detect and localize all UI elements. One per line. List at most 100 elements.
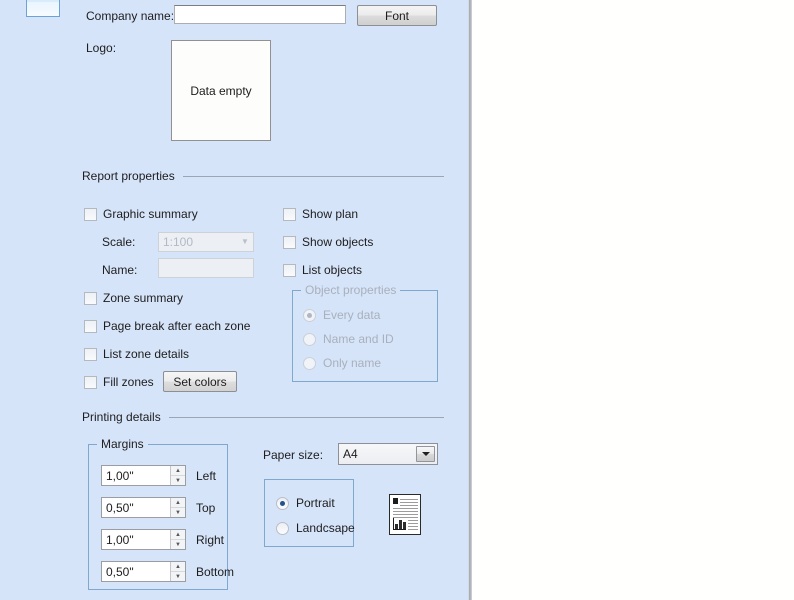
logo-empty-text: Data empty [190,83,252,98]
margin-right-spin-buttons[interactable]: ▲ ▼ [170,530,185,549]
object-properties-group: Object properties Every data Name and ID… [292,283,438,382]
page-break-after-each-zone-checkbox[interactable] [84,319,97,333]
list-zone-details-label: List zone details [103,347,190,361]
printing-details-section-title: Printing details [82,410,161,424]
spin-down-icon[interactable]: ▼ [171,508,185,517]
company-name-label: Company name: [86,9,175,23]
report-name-label: Name: [102,263,138,277]
radio-only-name-label: Only name [323,356,382,370]
spin-up-icon[interactable]: ▲ [171,530,185,540]
list-objects-checkbox[interactable] [283,263,296,277]
chevron-down-icon: ▼ [241,237,249,246]
scale-combobox-value: 1:100 [163,235,194,249]
spin-down-icon[interactable]: ▼ [171,572,185,581]
page-preview-line [400,502,418,503]
fill-zones-checkbox-row[interactable]: Fill zones [84,375,154,389]
page-preview-bar-chart-icon [393,518,406,530]
list-zone-details-checkbox-row[interactable]: List zone details [84,347,189,361]
set-colors-button[interactable]: Set colors [163,371,237,392]
margins-group-title: Margins [97,437,148,451]
scale-label: Scale: [102,235,136,249]
graphic-summary-checkbox-row[interactable]: Graphic summary [84,207,198,221]
margin-bottom-caption: Bottom [196,564,235,579]
show-objects-checkbox[interactable] [283,235,296,249]
margin-right-row: 1,00" ▲ ▼ Right [101,529,224,550]
margin-left-value: 1,00" [106,469,134,483]
report-preview-pane [472,0,794,600]
orientation-group: Portrait Landcsape [264,479,355,547]
margin-bottom-stepper[interactable]: 0,50" ▲ ▼ [101,561,186,582]
spin-up-icon[interactable]: ▲ [171,498,185,508]
spin-up-icon[interactable]: ▲ [171,562,185,572]
fill-zones-checkbox[interactable] [84,375,97,389]
margin-right-value: 1,00" [106,533,134,547]
show-plan-checkbox[interactable] [283,207,296,221]
object-properties-option-only-name: Only name [303,356,381,370]
chevron-down-icon[interactable] [416,446,435,462]
radio-every-data-label: Every data [323,308,381,322]
margin-top-value: 0,50" [106,501,134,515]
report-window-icon [26,0,60,17]
margin-left-row: 1,00" ▲ ▼ Left [101,465,216,486]
page-break-checkbox-row[interactable]: Page break after each zone [84,319,250,333]
show-plan-label: Show plan [302,207,359,221]
margin-top-spin-buttons[interactable]: ▲ ▼ [170,498,185,517]
margin-left-spin-buttons[interactable]: ▲ ▼ [170,466,185,485]
page-preview-line [393,514,418,515]
margin-bottom-spin-buttons[interactable]: ▲ ▼ [170,562,185,581]
object-properties-group-title: Object properties [301,283,401,297]
orientation-option-landscape[interactable]: Landcsape [276,521,355,535]
scale-combobox[interactable]: 1:100 ▼ [158,232,254,252]
radio-landscape-label: Landcsape [296,521,355,535]
zone-summary-label: Zone summary [103,291,184,305]
report-settings-screen: Company name: Font Logo: Data empty Repo… [0,0,794,600]
report-properties-section-header: Report properties [82,169,444,183]
margin-left-stepper[interactable]: 1,00" ▲ ▼ [101,465,186,486]
report-options-panel: Company name: Font Logo: Data empty Repo… [0,0,468,600]
radio-landscape[interactable] [276,521,289,535]
paper-size-value: A4 [343,447,358,461]
radio-portrait-label: Portrait [296,496,335,510]
margin-top-caption: Top [196,500,216,515]
orientation-option-portrait[interactable]: Portrait [276,496,335,510]
margin-top-stepper[interactable]: 0,50" ▲ ▼ [101,497,186,518]
show-objects-label: Show objects [302,235,374,249]
section-rule [182,175,444,177]
list-zone-details-checkbox[interactable] [84,347,97,361]
graphic-summary-checkbox[interactable] [84,207,97,221]
radio-name-and-id-label: Name and ID [323,332,394,346]
list-objects-checkbox-row[interactable]: List objects [283,263,362,277]
report-name-input[interactable] [158,258,254,278]
show-plan-checkbox-row[interactable]: Show plan [283,207,358,221]
company-name-input[interactable] [174,5,346,24]
page-preview-line [393,508,418,509]
radio-only-name [303,356,316,370]
margin-bottom-row: 0,50" ▲ ▼ Bottom [101,561,234,582]
page-preview-line [408,526,418,527]
page-preview-line [408,529,418,530]
spin-down-icon[interactable]: ▼ [171,476,185,485]
radio-portrait[interactable] [276,496,289,510]
page-preview-heading-block [393,498,398,504]
radio-name-and-id [303,332,316,346]
page-preview-icon [389,494,421,535]
font-button[interactable]: Font [357,5,437,26]
radio-every-data [303,308,316,322]
logo-label: Logo: [86,41,117,55]
spin-down-icon[interactable]: ▼ [171,540,185,549]
report-properties-section-title: Report properties [82,169,175,183]
zone-summary-checkbox[interactable] [84,291,97,305]
margin-right-stepper[interactable]: 1,00" ▲ ▼ [101,529,186,550]
margin-top-row: 0,50" ▲ ▼ Top [101,497,215,518]
zone-summary-checkbox-row[interactable]: Zone summary [84,291,183,305]
list-objects-label: List objects [302,263,363,277]
show-objects-checkbox-row[interactable]: Show objects [283,235,373,249]
spin-up-icon[interactable]: ▲ [171,466,185,476]
page-preview-line [400,499,418,500]
logo-drop-area[interactable]: Data empty [171,40,271,141]
paper-size-label: Paper size: [263,448,324,462]
page-preview-line [408,523,418,524]
graphic-summary-label: Graphic summary [103,207,198,221]
object-properties-option-name-and-id: Name and ID [303,332,394,346]
paper-size-combobox[interactable]: A4 [338,443,438,465]
